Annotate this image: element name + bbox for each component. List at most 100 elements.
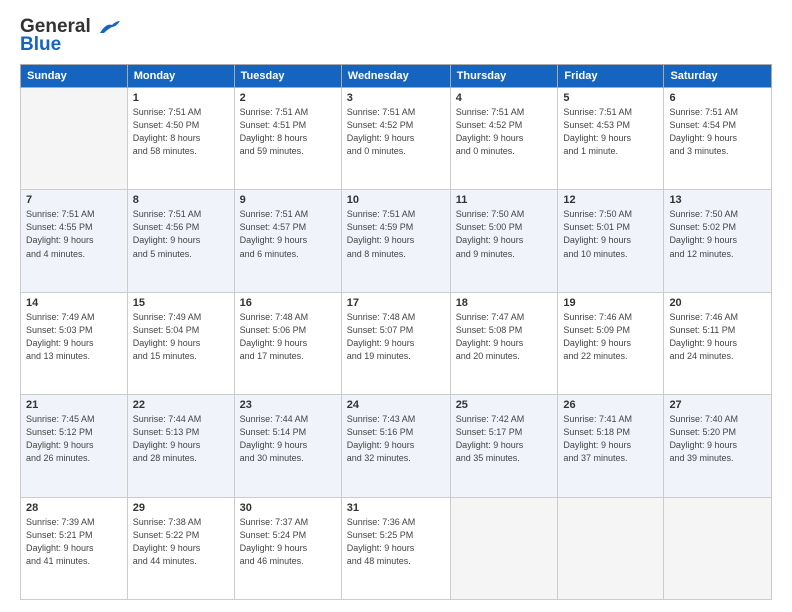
- header-monday: Monday: [127, 65, 234, 88]
- day-info: Sunrise: 7:45 AMSunset: 5:12 PMDaylight:…: [26, 413, 122, 465]
- day-number: 14: [26, 297, 122, 309]
- day-info: Sunrise: 7:51 AMSunset: 4:59 PMDaylight:…: [347, 208, 445, 260]
- day-number: 23: [240, 399, 336, 411]
- day-info: Sunrise: 7:51 AMSunset: 4:50 PMDaylight:…: [133, 106, 229, 158]
- day-number: 26: [563, 399, 658, 411]
- day-cell: 2Sunrise: 7:51 AMSunset: 4:51 PMDaylight…: [234, 88, 341, 190]
- day-number: 15: [133, 297, 229, 309]
- day-cell: 3 Sunrise: 7:51 AMSunset: 4:52 PMDaylight…: [341, 88, 450, 190]
- week-row-4: 21 Sunrise: 7:45 AMSunset: 5:12 PMDayligh…: [21, 395, 772, 497]
- day-info: Sunrise: 7:42 AMSunset: 5:17 PMDaylight:…: [456, 413, 553, 465]
- day-cell: 24 Sunrise: 7:43 AMSunset: 5:16 PMDayligh…: [341, 395, 450, 497]
- header-saturday: Saturday: [664, 65, 772, 88]
- day-number: 12: [563, 194, 658, 206]
- day-cell: 1 Sunrise: 7:51 AMSunset: 4:50 PMDaylight…: [127, 88, 234, 190]
- day-cell: 29 Sunrise: 7:38 AMSunset: 5:22 PMDayligh…: [127, 497, 234, 599]
- header: General Blue: [20, 16, 772, 56]
- day-cell: 30Sunrise: 7:37 AMSunset: 5:24 PMDayligh…: [234, 497, 341, 599]
- day-cell: 20 Sunrise: 7:46 AMSunset: 5:11 PMDayligh…: [664, 292, 772, 394]
- day-number: 11: [456, 194, 553, 206]
- day-number: 1: [133, 92, 229, 104]
- day-info: Sunrise: 7:51 AMSunset: 4:51 PMDaylight:…: [240, 106, 336, 158]
- day-info: Sunrise: 7:50 AMSunset: 5:00 PMDaylight:…: [456, 208, 553, 260]
- day-info: Sunrise: 7:43 AMSunset: 5:16 PMDaylight:…: [347, 413, 445, 465]
- day-info: Sunrise: 7:51 AMSunset: 4:54 PMDaylight:…: [669, 106, 766, 158]
- day-info: Sunrise: 7:51 AMSunset: 4:52 PMDaylight:…: [456, 106, 553, 158]
- day-info: Sunrise: 7:41 AMSunset: 5:18 PMDaylight:…: [563, 413, 658, 465]
- day-number: 4: [456, 92, 553, 104]
- day-number: 7: [26, 194, 122, 206]
- day-number: 8: [133, 194, 229, 206]
- day-number: 31: [347, 502, 445, 514]
- day-info: Sunrise: 7:44 AMSunset: 5:14 PMDaylight:…: [240, 413, 336, 465]
- day-number: 3: [347, 92, 445, 104]
- logo-bird-icon: [98, 19, 120, 35]
- day-cell: 26 Sunrise: 7:41 AMSunset: 5:18 PMDayligh…: [558, 395, 664, 497]
- day-number: 5: [563, 92, 658, 104]
- day-info: Sunrise: 7:51 AMSunset: 4:56 PMDaylight:…: [133, 208, 229, 260]
- day-info: Sunrise: 7:39 AMSunset: 5:21 PMDaylight:…: [26, 516, 122, 568]
- week-row-1: 1 Sunrise: 7:51 AMSunset: 4:50 PMDaylight…: [21, 88, 772, 190]
- day-info: Sunrise: 7:50 AMSunset: 5:01 PMDaylight:…: [563, 208, 658, 260]
- day-info: Sunrise: 7:46 AMSunset: 5:09 PMDaylight:…: [563, 311, 658, 363]
- day-number: 27: [669, 399, 766, 411]
- day-number: 17: [347, 297, 445, 309]
- day-info: Sunrise: 7:49 AMSunset: 5:03 PMDaylight:…: [26, 311, 122, 363]
- day-cell: 23 Sunrise: 7:44 AMSunset: 5:14 PMDayligh…: [234, 395, 341, 497]
- week-row-3: 14 Sunrise: 7:49 AMSunset: 5:03 PMDayligh…: [21, 292, 772, 394]
- day-number: 29: [133, 502, 229, 514]
- day-number: 24: [347, 399, 445, 411]
- day-number: 21: [26, 399, 122, 411]
- day-cell: 17 Sunrise: 7:48 AMSunset: 5:07 PMDayligh…: [341, 292, 450, 394]
- day-cell: 6 Sunrise: 7:51 AMSunset: 4:54 PMDaylight…: [664, 88, 772, 190]
- day-number: 19: [563, 297, 658, 309]
- calendar: SundayMondayTuesdayWednesdayThursdayFrid…: [20, 64, 772, 600]
- logo-blue: Blue: [20, 34, 61, 56]
- week-row-2: 7 Sunrise: 7:51 AMSunset: 4:55 PMDaylight…: [21, 190, 772, 292]
- day-cell: 22Sunrise: 7:44 AMSunset: 5:13 PMDayligh…: [127, 395, 234, 497]
- day-info: Sunrise: 7:38 AMSunset: 5:22 PMDaylight:…: [133, 516, 229, 568]
- day-cell: 11 Sunrise: 7:50 AMSunset: 5:00 PMDayligh…: [450, 190, 558, 292]
- day-cell: 13Sunrise: 7:50 AMSunset: 5:02 PMDayligh…: [664, 190, 772, 292]
- day-cell: 10 Sunrise: 7:51 AMSunset: 4:59 PMDayligh…: [341, 190, 450, 292]
- day-info: Sunrise: 7:37 AMSunset: 5:24 PMDaylight:…: [240, 516, 336, 568]
- header-wednesday: Wednesday: [341, 65, 450, 88]
- day-cell: 7 Sunrise: 7:51 AMSunset: 4:55 PMDaylight…: [21, 190, 128, 292]
- day-number: 10: [347, 194, 445, 206]
- day-cell: 16 Sunrise: 7:48 AMSunset: 5:06 PMDayligh…: [234, 292, 341, 394]
- day-number: 16: [240, 297, 336, 309]
- day-cell: 14 Sunrise: 7:49 AMSunset: 5:03 PMDayligh…: [21, 292, 128, 394]
- page: General Blue SundayMondayTuesdayWednesda…: [0, 0, 792, 612]
- day-number: 18: [456, 297, 553, 309]
- day-cell: 27 Sunrise: 7:40 AMSunset: 5:20 PMDayligh…: [664, 395, 772, 497]
- day-cell: 9Sunrise: 7:51 AMSunset: 4:57 PMDaylight…: [234, 190, 341, 292]
- day-info: Sunrise: 7:48 AMSunset: 5:06 PMDaylight:…: [240, 311, 336, 363]
- header-sunday: Sunday: [21, 65, 128, 88]
- day-info: Sunrise: 7:40 AMSunset: 5:20 PMDaylight:…: [669, 413, 766, 465]
- day-info: Sunrise: 7:51 AMSunset: 4:53 PMDaylight:…: [563, 106, 658, 158]
- day-cell: 19 Sunrise: 7:46 AMSunset: 5:09 PMDayligh…: [558, 292, 664, 394]
- day-info: Sunrise: 7:51 AMSunset: 4:55 PMDaylight:…: [26, 208, 122, 260]
- day-number: 22: [133, 399, 229, 411]
- header-thursday: Thursday: [450, 65, 558, 88]
- day-number: 20: [669, 297, 766, 309]
- day-info: Sunrise: 7:36 AMSunset: 5:25 PMDaylight:…: [347, 516, 445, 568]
- day-info: Sunrise: 7:46 AMSunset: 5:11 PMDaylight:…: [669, 311, 766, 363]
- day-info: Sunrise: 7:50 AMSunset: 5:02 PMDaylight:…: [669, 208, 766, 260]
- header-tuesday: Tuesday: [234, 65, 341, 88]
- day-cell: 5 Sunrise: 7:51 AMSunset: 4:53 PMDaylight…: [558, 88, 664, 190]
- day-info: Sunrise: 7:47 AMSunset: 5:08 PMDaylight:…: [456, 311, 553, 363]
- day-cell: 25Sunrise: 7:42 AMSunset: 5:17 PMDayligh…: [450, 395, 558, 497]
- week-row-5: 28Sunrise: 7:39 AMSunset: 5:21 PMDayligh…: [21, 497, 772, 599]
- day-cell: [21, 88, 128, 190]
- logo: General Blue: [20, 16, 120, 56]
- day-number: 6: [669, 92, 766, 104]
- header-friday: Friday: [558, 65, 664, 88]
- day-info: Sunrise: 7:48 AMSunset: 5:07 PMDaylight:…: [347, 311, 445, 363]
- day-cell: 12 Sunrise: 7:50 AMSunset: 5:01 PMDayligh…: [558, 190, 664, 292]
- day-cell: 31 Sunrise: 7:36 AMSunset: 5:25 PMDayligh…: [341, 497, 450, 599]
- day-cell: 15 Sunrise: 7:49 AMSunset: 5:04 PMDayligh…: [127, 292, 234, 394]
- day-info: Sunrise: 7:49 AMSunset: 5:04 PMDaylight:…: [133, 311, 229, 363]
- day-info: Sunrise: 7:51 AMSunset: 4:52 PMDaylight:…: [347, 106, 445, 158]
- day-cell: 21 Sunrise: 7:45 AMSunset: 5:12 PMDayligh…: [21, 395, 128, 497]
